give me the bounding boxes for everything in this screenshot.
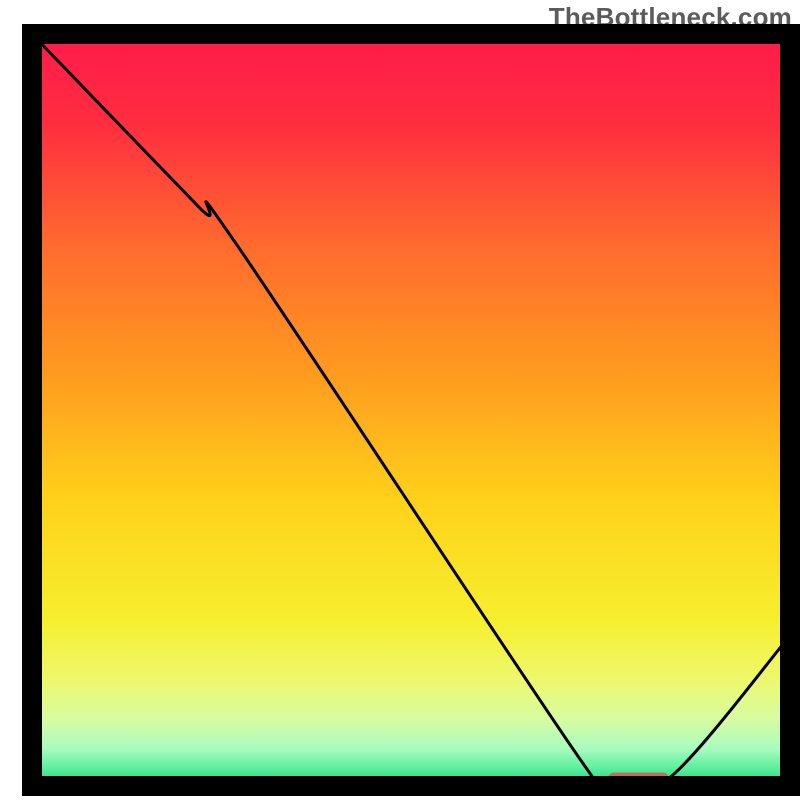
bottleneck-chart bbox=[0, 0, 800, 800]
chart-container: TheBottleneck.com bbox=[0, 0, 800, 800]
plot-background bbox=[32, 34, 790, 786]
